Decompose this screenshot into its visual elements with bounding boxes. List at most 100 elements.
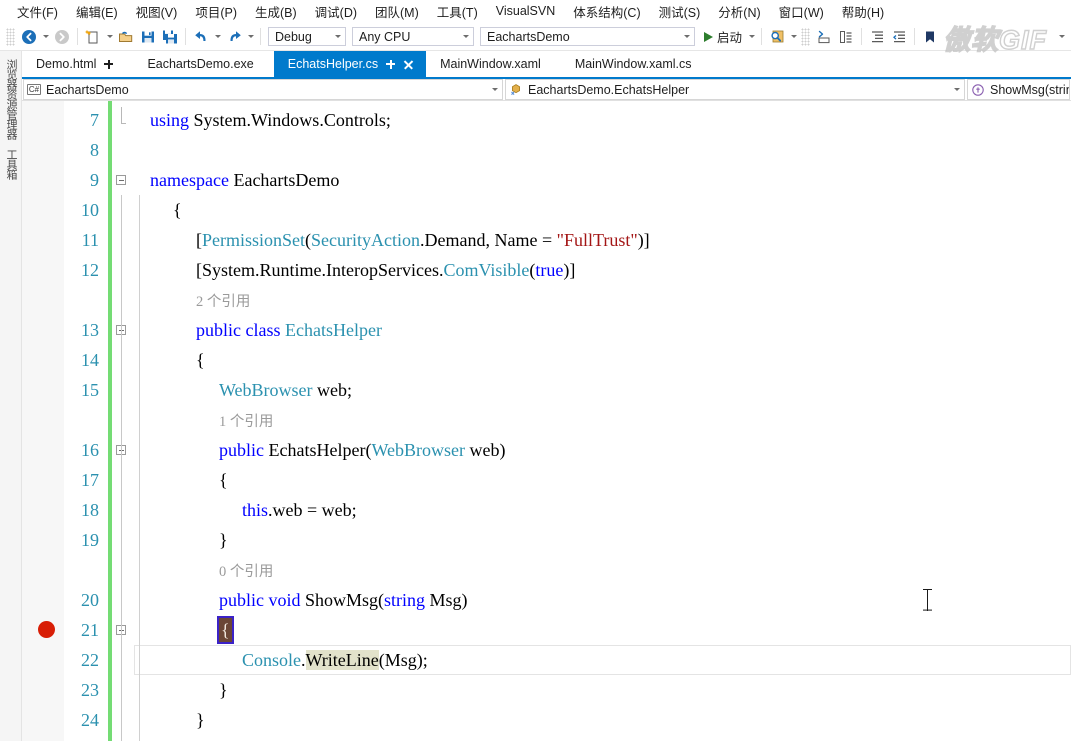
code-line[interactable]: public void ShowMsg(string Msg) <box>134 585 1071 615</box>
navbar-member-combo[interactable]: ShowMsg(string <box>967 79 1070 100</box>
solution-platform-combo[interactable]: Any CPU <box>352 27 474 46</box>
code-line[interactable]: this.web = web; <box>134 495 1071 525</box>
menu-item-analyze[interactable]: 分析(N) <box>709 0 769 23</box>
navigate-back-dropdown[interactable] <box>40 26 51 48</box>
bookmark-icon[interactable] <box>919 26 941 48</box>
code-line[interactable]: public EchatsHelper(WebBrowser web) <box>134 435 1071 465</box>
line-number: 8 <box>90 140 99 160</box>
glyph-margin[interactable] <box>22 101 64 741</box>
uncomment-selection-icon[interactable] <box>835 26 857 48</box>
tab-eachartsdemo-exe[interactable]: EachartsDemo.exe <box>133 51 274 77</box>
startup-project-combo[interactable]: EachartsDemo <box>480 27 695 46</box>
code-line[interactable]: } <box>134 525 1071 555</box>
code-line[interactable]: { <box>134 465 1071 495</box>
close-icon[interactable] <box>403 59 414 70</box>
sidebar-item-toolbox[interactable]: 工具箱 <box>4 149 17 179</box>
pin-icon[interactable] <box>386 59 397 70</box>
line-number: 20 <box>81 590 99 610</box>
menu-item-architecture[interactable]: 体系结构(C) <box>564 0 649 23</box>
toolbar-grip[interactable] <box>6 27 15 46</box>
code-token: this <box>242 500 269 520</box>
undo-dropdown[interactable] <box>212 26 223 48</box>
menu-item-project[interactable]: 项目(P) <box>186 0 246 23</box>
codelens-reference-label[interactable]: 0 个引用 <box>219 564 273 580</box>
comment-selection-icon[interactable] <box>813 26 835 48</box>
code-line[interactable]: [PermissionSet(SecurityAction.Demand, Na… <box>134 225 1071 255</box>
menu-item-tools[interactable]: 工具(T) <box>428 0 487 23</box>
code-line[interactable]: [System.Runtime.InteropServices.ComVisib… <box>134 255 1071 285</box>
menu-item-file[interactable]: 文件(F) <box>8 0 67 23</box>
tab-mainwindow-xaml-cs[interactable]: MainWindow.xaml.cs <box>560 51 712 77</box>
code-line[interactable]: { <box>134 615 1071 645</box>
chevron-down-icon[interactable] <box>488 88 502 91</box>
navigate-forward-icon[interactable] <box>51 26 73 48</box>
code-editor[interactable]: 7 8 9 10 11 12 13 14 15 16 17 18 19 20 21 22 23 24 25 usin… <box>22 101 1071 741</box>
code-line[interactable]: public class EchatsHelper <box>134 315 1071 345</box>
code-line[interactable]: } <box>134 735 1071 741</box>
code-line[interactable] <box>134 135 1071 165</box>
chevron-down-icon[interactable] <box>330 35 345 38</box>
navigate-back-icon[interactable] <box>18 26 40 48</box>
save-all-icon[interactable] <box>159 26 181 48</box>
codelens-reference-label[interactable]: 1 个引用 <box>219 414 273 430</box>
tab-label: EachartsDemo.exe <box>147 57 254 71</box>
code-line[interactable]: { <box>134 345 1071 375</box>
code-token: . <box>301 650 306 670</box>
navbar-type-combo[interactable]: EachartsDemo.EchatsHelper <box>505 79 965 100</box>
chevron-down-icon[interactable] <box>950 88 964 91</box>
code-line[interactable]: Console.WriteLine(Msg); <box>134 645 1071 675</box>
menu-item-debug[interactable]: 调试(D) <box>306 0 366 23</box>
toolbar-overflow-dropdown[interactable] <box>1056 26 1067 48</box>
decrease-indent-icon[interactable] <box>888 26 910 48</box>
redo-icon[interactable] <box>223 26 245 48</box>
solution-configuration-combo[interactable]: Debug <box>268 27 346 46</box>
save-icon[interactable] <box>137 26 159 48</box>
pin-icon[interactable] <box>104 59 115 70</box>
menu-item-window[interactable]: 窗口(W) <box>770 0 833 23</box>
code-token: } <box>196 710 205 730</box>
outlining-margin[interactable] <box>112 101 134 741</box>
find-icon[interactable] <box>766 26 788 48</box>
code-line[interactable]: } <box>134 675 1071 705</box>
chevron-down-icon[interactable] <box>458 35 473 38</box>
menu-item-help[interactable]: 帮助(H) <box>833 0 893 23</box>
tab-echatshelper-cs[interactable]: EchatsHelper.cs <box>273 51 427 77</box>
start-debugging-dropdown[interactable] <box>746 26 757 48</box>
code-line[interactable]: { <box>134 195 1071 225</box>
code-line[interactable]: namespace EachartsDemo <box>134 165 1071 195</box>
codelens-reference[interactable]: 1 个引用 <box>134 405 1071 435</box>
codelens-reference[interactable]: 0 个引用 <box>134 555 1071 585</box>
selected-brace: { <box>217 616 234 644</box>
redo-dropdown[interactable] <box>245 26 256 48</box>
new-project-icon[interactable] <box>82 26 104 48</box>
tab-label: MainWindow.xaml <box>440 57 541 71</box>
code-line[interactable]: using System.Windows.Controls; <box>134 105 1071 135</box>
menu-item-visualsvn[interactable]: VisualSVN <box>487 2 565 20</box>
open-file-icon[interactable] <box>115 26 137 48</box>
codelens-reference[interactable]: 2 个引用 <box>134 285 1071 315</box>
code-text-area[interactable]: using System.Windows.Controls; namespace … <box>134 101 1071 741</box>
tab-mainwindow-xaml[interactable]: MainWindow.xaml <box>426 51 561 77</box>
codelens-reference-label[interactable]: 2 个引用 <box>196 294 250 310</box>
increase-indent-icon[interactable] <box>866 26 888 48</box>
tab-demo-html[interactable]: Demo.html <box>22 51 134 77</box>
breakpoint-indicator[interactable] <box>38 621 55 638</box>
outlining-collapse-button[interactable] <box>116 175 126 185</box>
find-dropdown[interactable] <box>788 26 799 48</box>
toolbar-grip[interactable] <box>801 27 811 46</box>
main-area: 浏览器资源管理器 工具箱 Demo.html EachartsDemo.exe … <box>0 51 1071 741</box>
menu-item-test[interactable]: 测试(S) <box>650 0 710 23</box>
code-line[interactable]: } <box>134 705 1071 735</box>
chevron-down-icon[interactable] <box>679 35 694 38</box>
start-debugging-button[interactable]: 启动 <box>698 26 746 48</box>
new-project-dropdown[interactable] <box>104 26 115 48</box>
undo-icon[interactable] <box>190 26 212 48</box>
sidebar-item-browser-explorer[interactable]: 浏览器资源管理器 <box>4 59 17 139</box>
highlighted-symbol: WriteLine <box>305 650 379 670</box>
menu-item-view[interactable]: 视图(V) <box>127 0 187 23</box>
menu-item-edit[interactable]: 编辑(E) <box>67 0 127 23</box>
menu-item-build[interactable]: 生成(B) <box>246 0 306 23</box>
menu-item-team[interactable]: 团队(M) <box>366 0 428 23</box>
navbar-project-combo[interactable]: C# EachartsDemo <box>23 79 503 100</box>
code-line[interactable]: WebBrowser web; <box>134 375 1071 405</box>
